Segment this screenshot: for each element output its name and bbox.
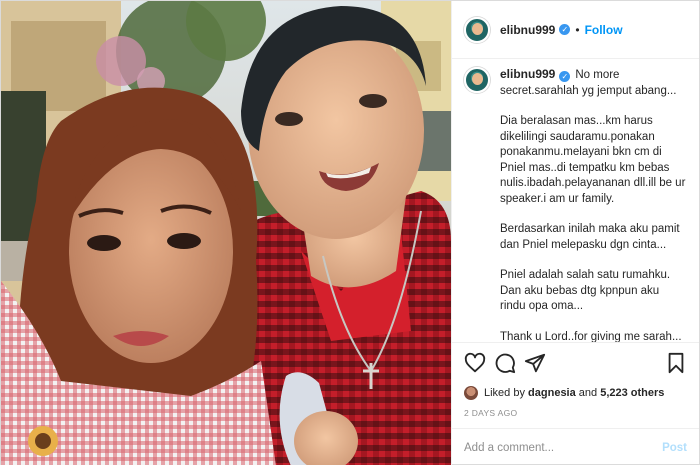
likes-others-link[interactable]: 5,223 others: [600, 387, 664, 399]
selfie-image: [1, 1, 451, 465]
post-timestamp[interactable]: 2 DAYS AGO: [452, 404, 699, 428]
heart-icon[interactable]: [464, 352, 486, 374]
bookmark-icon[interactable]: [665, 352, 687, 374]
follow-button[interactable]: Follow: [585, 23, 623, 37]
header-username[interactable]: elibnu999: [500, 23, 555, 37]
caption-paragraph: Thank u Lord..for giving me sarah...: [500, 330, 682, 343]
liker-username[interactable]: dagnesia: [528, 387, 576, 399]
caption-username[interactable]: elibnu999: [500, 67, 555, 81]
post-header: elibnu999 ✓ • Follow: [452, 1, 699, 59]
likes-prefix: Liked by: [484, 387, 525, 399]
post-side-pane: elibnu999 ✓ • Follow elibnu999 ✓ No more s…: [451, 1, 699, 465]
caption-paragraph: Pniel adalah salah satu rumahku. Dan aku…: [500, 269, 671, 312]
comment-input[interactable]: [464, 441, 663, 454]
likes-summary: Liked by dagnesia and 5,223 others: [452, 382, 699, 404]
caption-row: elibnu999 ✓ No more secret.sarahlah yg jem…: [464, 67, 687, 342]
post-comment-button[interactable]: Post: [662, 442, 687, 454]
comment-icon[interactable]: [494, 352, 516, 374]
verified-badge-icon: ✓: [559, 24, 571, 35]
instagram-post: elibnu999 ✓ • Follow elibnu999 ✓ No more s…: [0, 0, 700, 465]
verified-badge-icon: ✓: [559, 71, 571, 83]
share-icon[interactable]: [524, 352, 546, 374]
likes-joiner: and: [578, 387, 598, 399]
liker-avatar[interactable]: [464, 386, 478, 400]
caption-paragraph: Dia beralasan mas...km harus dikelilingi…: [500, 115, 686, 205]
action-bar: [452, 342, 699, 382]
caption: elibnu999 ✓ No more secret.sarahlah yg jem…: [500, 67, 687, 342]
caption-paragraph: elibnu999 ✓ No more secret.sarahlah yg jem…: [500, 67, 687, 99]
header-separator: •: [575, 22, 580, 37]
caption-area: elibnu999 ✓ No more secret.sarahlah yg jem…: [452, 59, 699, 342]
caption-avatar[interactable]: [464, 67, 490, 93]
post-photo[interactable]: [1, 1, 451, 465]
caption-paragraph: Berdasarkan inilah maka aku pamit dan Pn…: [500, 223, 680, 251]
avatar[interactable]: [464, 16, 490, 43]
comment-box: Post: [452, 428, 699, 465]
